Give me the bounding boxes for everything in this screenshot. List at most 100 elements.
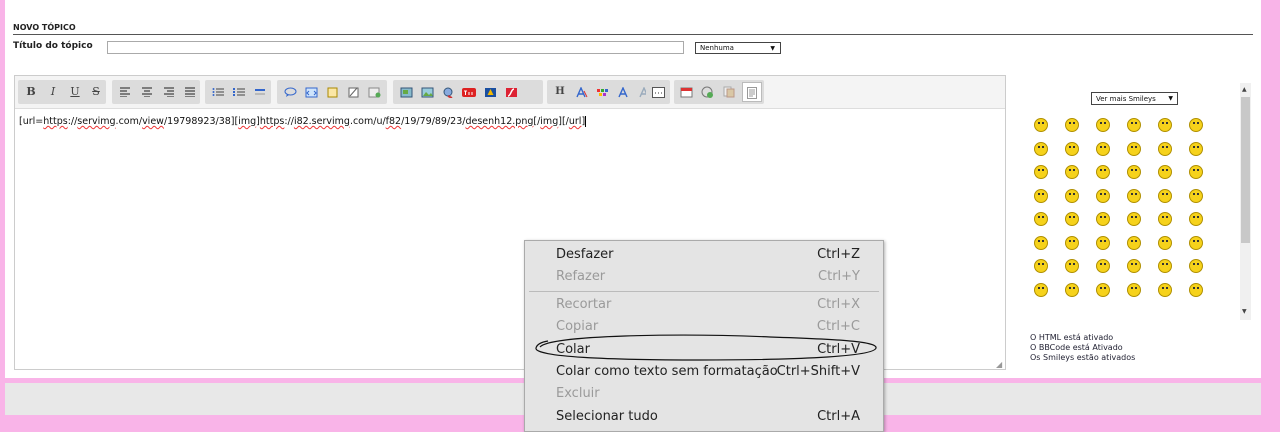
font-face-icon[interactable] (614, 82, 632, 102)
smiley-icon[interactable] (1096, 259, 1110, 273)
smiley-icon[interactable] (1127, 188, 1141, 203)
menu-item-paste-plain[interactable]: Colar como texto sem formatação Ctrl+Shif… (525, 361, 883, 383)
date-icon[interactable] (677, 82, 695, 102)
image-host-icon[interactable] (418, 82, 436, 102)
code-icon[interactable] (302, 82, 320, 102)
smiley-icon[interactable] (1034, 118, 1048, 132)
menu-item-undo[interactable]: Desfazer Ctrl+Z (525, 244, 883, 266)
smiley-icon[interactable] (1096, 212, 1110, 226)
smiley-icon[interactable] (1096, 188, 1110, 203)
link-icon[interactable] (439, 82, 457, 102)
smiley-icon[interactable] (1034, 141, 1048, 156)
copy-icon[interactable] (719, 82, 737, 102)
smiley-icon[interactable] (1034, 235, 1048, 250)
smiley-icon[interactable] (1096, 165, 1110, 179)
smiley-icon[interactable] (1189, 235, 1203, 250)
smiley-icon[interactable] (1096, 141, 1110, 156)
symbol-icon[interactable] (698, 82, 716, 102)
menu-item-select-all[interactable]: Selecionar tudo Ctrl+A (525, 406, 883, 428)
more-icon[interactable] (649, 82, 667, 102)
align-right-icon[interactable] (160, 82, 178, 102)
font-size-icon[interactable] (572, 82, 590, 102)
menu-item-cut[interactable]: Recortar Ctrl+X (525, 294, 883, 316)
smiley-icon[interactable] (1065, 235, 1079, 250)
toolbar-group-misc (674, 80, 764, 104)
scroll-up-icon[interactable]: ▲ (1242, 86, 1247, 93)
smiley-icon[interactable] (1065, 188, 1079, 203)
smiley-icon[interactable] (1096, 235, 1110, 250)
smiley-icon[interactable] (1189, 188, 1203, 203)
status-bbcode: O BBCode está Ativado (1030, 343, 1123, 352)
strike-icon[interactable]: S (87, 82, 105, 102)
underline-icon[interactable]: U (66, 82, 84, 102)
editor-content[interactable]: [url=https://servimg.com/view/19798923/3… (19, 116, 587, 127)
image-upload-icon[interactable] (397, 82, 415, 102)
smiley-icon[interactable] (1034, 212, 1048, 226)
editor-text-segment: .com/ (115, 116, 143, 127)
smiley-icon[interactable] (1158, 118, 1172, 132)
heading-icon[interactable]: H (551, 82, 569, 102)
topic-title-input[interactable] (107, 41, 684, 54)
smiley-icon[interactable] (1065, 141, 1079, 156)
smiley-icon[interactable] (1189, 259, 1203, 273)
smiley-icon[interactable] (1065, 282, 1079, 297)
smiley-icon[interactable] (1034, 188, 1048, 203)
smiley-icon[interactable] (1189, 141, 1203, 156)
quote-icon[interactable] (281, 82, 299, 102)
menu-item-delete[interactable]: Excluir (525, 383, 883, 405)
smiley-icon[interactable] (1127, 165, 1141, 179)
smiley-icon[interactable] (1096, 282, 1110, 297)
smiley-icon[interactable] (1065, 165, 1079, 179)
menu-item-redo[interactable]: Refazer Ctrl+Y (525, 266, 883, 288)
resize-handle-icon[interactable]: ◢ (996, 360, 1002, 369)
smiley-icon[interactable] (1034, 259, 1048, 273)
smiley-icon[interactable] (1065, 259, 1079, 273)
italic-icon[interactable]: I (44, 82, 62, 102)
smiley-icon[interactable] (1158, 212, 1172, 226)
smiley-icon[interactable] (1034, 165, 1048, 179)
smiley-icon[interactable] (1158, 188, 1172, 203)
color-icon[interactable] (593, 82, 611, 102)
topic-icon-select[interactable]: Nenhuma ▼ (695, 42, 781, 54)
bold-icon[interactable]: B (22, 82, 40, 102)
smiley-icon[interactable] (1034, 282, 1048, 297)
smiley-icon[interactable] (1158, 141, 1172, 156)
hide-icon[interactable] (344, 82, 362, 102)
table-icon[interactable] (365, 82, 383, 102)
smiley-icon[interactable] (1127, 141, 1141, 156)
smiley-icon[interactable] (1127, 282, 1141, 297)
dropdown-arrow-icon: ▼ (1168, 95, 1173, 102)
align-left-icon[interactable] (116, 82, 134, 102)
numbered-list-icon[interactable] (230, 82, 248, 102)
bullet-list-icon[interactable] (209, 82, 227, 102)
smiley-icon[interactable] (1158, 165, 1172, 179)
scroll-down-icon[interactable]: ▼ (1242, 308, 1247, 315)
smiley-scrollbar[interactable]: ▲ ▼ (1240, 83, 1251, 320)
status-smileys: Os Smileys estão ativados (1030, 353, 1136, 362)
dailymotion-icon[interactable] (481, 82, 499, 102)
smiley-icon[interactable] (1189, 282, 1203, 297)
flash-icon[interactable] (502, 82, 520, 102)
hr-icon[interactable] (251, 82, 269, 102)
scrollbar-thumb[interactable] (1241, 97, 1250, 243)
source-icon[interactable] (742, 82, 762, 102)
smiley-icon[interactable] (1158, 235, 1172, 250)
youtube-icon[interactable] (460, 82, 478, 102)
spoiler-icon[interactable] (323, 82, 341, 102)
justify-icon[interactable] (181, 82, 199, 102)
smiley-icon[interactable] (1189, 165, 1203, 179)
smiley-icon[interactable] (1127, 235, 1141, 250)
smiley-icon[interactable] (1189, 212, 1203, 226)
smiley-icon[interactable] (1096, 118, 1110, 132)
align-center-icon[interactable] (138, 82, 156, 102)
smiley-icon[interactable] (1189, 118, 1203, 132)
smiley-icon[interactable] (1127, 259, 1141, 273)
more-smileys-select[interactable]: Ver mais Smileys ▼ (1091, 92, 1178, 105)
smiley-icon[interactable] (1158, 259, 1172, 273)
smiley-icon[interactable] (1065, 118, 1079, 132)
smiley-icon[interactable] (1127, 212, 1141, 226)
smiley-icon[interactable] (1065, 212, 1079, 226)
smiley-icon[interactable] (1127, 118, 1141, 132)
smiley-icon[interactable] (1158, 282, 1172, 297)
section-title: NOVO TÓPICO (13, 23, 76, 32)
